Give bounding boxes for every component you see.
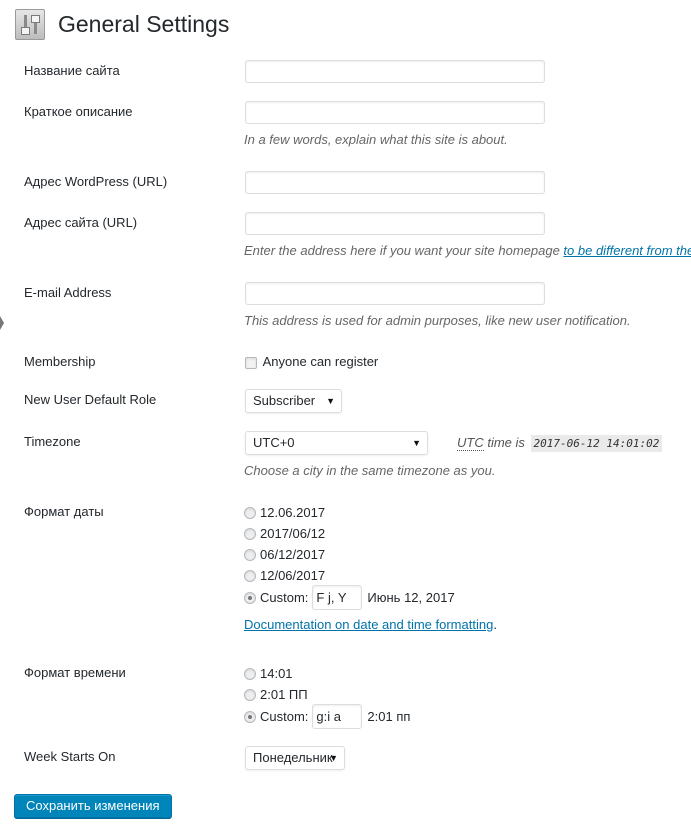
- time-format-custom-option[interactable]: Custom: g:i a 2:01 пп: [244, 704, 410, 729]
- custom-date-preview: Июнь 12, 2017: [367, 590, 455, 605]
- date-format-option[interactable]: 12/06/2017: [244, 568, 325, 583]
- date-format-option[interactable]: 12.06.2017: [244, 505, 325, 520]
- week-start-value: Понедельник: [253, 750, 333, 765]
- time-format-option[interactable]: 2:01 ПП: [244, 687, 308, 702]
- email-description: This address is used for admin purposes,…: [244, 313, 631, 328]
- radio-button[interactable]: [244, 688, 256, 701]
- radio-button-selected[interactable]: [244, 710, 256, 723]
- date-format-option-label: 2017/06/12: [260, 526, 326, 541]
- collapse-arrow-icon[interactable]: [0, 316, 4, 330]
- chevron-down-icon: ▼: [329, 753, 338, 763]
- date-format-option-label: 12/06/2017: [260, 568, 326, 583]
- timezone-value: UTC+0: [253, 435, 295, 450]
- date-format-label: Формат даты: [24, 504, 104, 519]
- utc-time-display: UTC time is 2017-06-12 14:01:02: [457, 435, 663, 452]
- tagline-description: In a few words, explain what this site i…: [244, 132, 508, 147]
- membership-field: Anyone can register: [245, 354, 378, 369]
- date-time-doc-link[interactable]: Documentation on date and time formattin…: [244, 617, 493, 632]
- page-title: General Settings: [58, 11, 230, 37]
- site-title-input[interactable]: [245, 60, 545, 83]
- tagline-label: Краткое описание: [24, 104, 133, 119]
- email-input[interactable]: [245, 282, 545, 305]
- utc-abbr: UTC: [457, 435, 484, 451]
- custom-label: Custom:: [260, 709, 309, 724]
- time-format-option-label: 14:01: [260, 666, 293, 681]
- radio-button[interactable]: [244, 569, 256, 582]
- tagline-input[interactable]: [245, 101, 545, 124]
- site-title-label: Название сайта: [24, 63, 120, 78]
- period: .: [493, 617, 497, 632]
- time-format-option-label: 2:01 ПП: [260, 687, 308, 702]
- time-format-label: Формат времени: [24, 665, 126, 680]
- custom-date-format-input[interactable]: F j, Y: [312, 585, 363, 610]
- week-start-select[interactable]: Понедельник ▼: [245, 746, 345, 770]
- default-role-label: New User Default Role: [24, 392, 157, 407]
- wp-address-label: Адрес WordPress (URL): [24, 174, 168, 189]
- wp-address-input[interactable]: [245, 171, 545, 194]
- date-format-option-label: 12.06.2017: [260, 505, 326, 520]
- radio-button[interactable]: [244, 506, 256, 519]
- custom-label: Custom:: [260, 590, 309, 605]
- custom-time-format-input[interactable]: g:i a: [312, 704, 363, 729]
- date-format-option-label: 06/12/2017: [260, 547, 326, 562]
- email-label: E-mail Address: [24, 285, 112, 300]
- timezone-select[interactable]: UTC+0 ▼: [245, 431, 428, 455]
- site-address-input[interactable]: [245, 212, 545, 235]
- membership-label: Membership: [24, 354, 96, 369]
- week-start-label: Week Starts On: [24, 749, 116, 764]
- utc-time-text: time is: [487, 435, 525, 450]
- site-address-description: Enter the address here if you want your …: [244, 243, 691, 258]
- default-role-value: Subscriber: [253, 393, 316, 408]
- anyone-can-register-checkbox[interactable]: [245, 356, 257, 369]
- default-role-select[interactable]: Subscriber ▼: [245, 389, 342, 413]
- site-address-help-link[interactable]: to be different from the direct: [563, 243, 691, 258]
- custom-time-preview: 2:01 пп: [367, 709, 411, 724]
- site-address-description-text: Enter the address here if you want your …: [244, 243, 564, 258]
- radio-button[interactable]: [244, 667, 256, 680]
- save-changes-button[interactable]: Сохранить изменения: [14, 794, 172, 818]
- radio-button[interactable]: [244, 527, 256, 540]
- anyone-can-register-label[interactable]: Anyone can register: [263, 354, 379, 369]
- radio-button[interactable]: [244, 548, 256, 561]
- date-format-option[interactable]: 2017/06/12: [244, 526, 325, 541]
- date-format-option[interactable]: 06/12/2017: [244, 547, 325, 562]
- date-doc-link-row: Documentation on date and time formattin…: [244, 617, 497, 632]
- timezone-label: Timezone: [24, 434, 81, 449]
- utc-time-value: 2017-06-12 14:01:02: [530, 435, 663, 452]
- page-header: General Settings: [15, 9, 229, 40]
- site-address-label: Адрес сайта (URL): [24, 215, 138, 230]
- chevron-down-icon: ▼: [326, 396, 335, 406]
- chevron-down-icon: ▼: [412, 438, 421, 448]
- timezone-description: Choose a city in the same timezone as yo…: [244, 463, 496, 478]
- date-format-custom-option[interactable]: Custom: F j, Y Июнь 12, 2017: [244, 585, 455, 610]
- settings-sliders-icon: [15, 9, 45, 40]
- radio-button-selected[interactable]: [244, 591, 256, 604]
- time-format-option[interactable]: 14:01: [244, 666, 293, 681]
